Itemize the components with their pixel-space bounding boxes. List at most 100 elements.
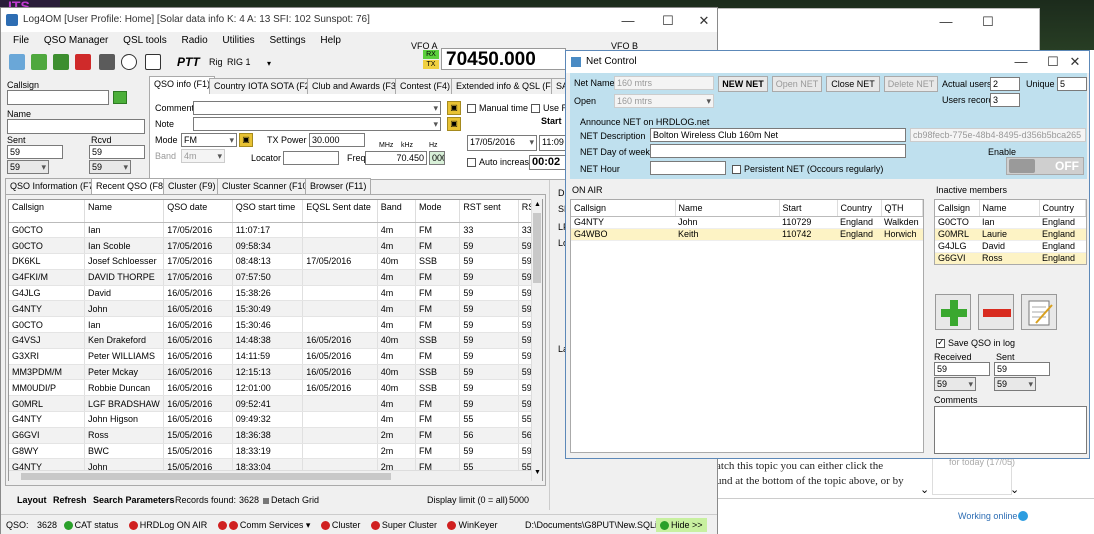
column-header[interactable]: Country: [1039, 200, 1086, 217]
grid-scrollbar[interactable]: ▲ ▼: [531, 199, 542, 481]
received-input[interactable]: 59: [934, 362, 990, 376]
table-row[interactable]: MM3PDM/M Peter Mckay 16/05/2016 12:15:13 16/…: [9, 364, 542, 381]
enable-toggle[interactable]: OFF: [1006, 157, 1084, 175]
rcvd-select[interactable]: 59: [89, 160, 131, 174]
table-row[interactable]: G4WBO Keith 110742 England Horwich: [571, 228, 923, 241]
globe-icon[interactable]: [9, 54, 25, 70]
table-row[interactable]: G0CTO Ian 16/05/2016 15:30:46 4m FM 59 59: [9, 316, 542, 334]
search-parameters-button[interactable]: Search Parameters: [93, 495, 175, 505]
date-picker[interactable]: 17/05/2016: [467, 135, 537, 151]
lock-icon[interactable]: ▣: [239, 133, 253, 147]
persistent-net-checkbox[interactable]: Persistent NET (Occours regularly): [732, 164, 883, 175]
headset-icon[interactable]: [121, 54, 137, 70]
save-qso-checkbox[interactable]: Save QSO in log: [936, 337, 1015, 349]
antenna-icon[interactable]: [145, 54, 161, 70]
menu-file[interactable]: File: [13, 35, 29, 46]
table-row[interactable]: G4NTY John Higson 16/05/2016 09:49:32 4m FM 55…: [9, 411, 542, 428]
maximize-icon[interactable]: ☐: [653, 8, 683, 34]
tab-country-iota-sota[interactable]: Country IOTA SOTA (F2): [209, 78, 318, 94]
table-row[interactable]: G6GVI Ross 15/05/2016 18:36:38 2m FM 56 56: [9, 427, 542, 444]
sent-input[interactable]: 59: [7, 145, 63, 159]
table-row[interactable]: G0CTO Ian England: [935, 216, 1086, 229]
name-input[interactable]: [7, 119, 145, 134]
freq-input[interactable]: 70.450: [365, 151, 427, 165]
sent-select[interactable]: 59: [7, 160, 49, 174]
minimize-icon[interactable]: —: [931, 9, 961, 35]
maximize-icon[interactable]: ☐: [973, 9, 1003, 35]
column-header[interactable]: QSO start time: [232, 200, 304, 223]
detach-grid-button[interactable]: Detach Grid: [263, 495, 319, 505]
menu-qso-manager[interactable]: QSO Manager: [44, 35, 108, 46]
scroll-thumb[interactable]: [533, 213, 541, 283]
sent-input[interactable]: 59: [994, 362, 1050, 376]
tab-extended-info-qsl[interactable]: Extended info & QSL (F5): [451, 78, 564, 94]
column-header[interactable]: Callsign: [935, 200, 980, 217]
menu-utilities[interactable]: Utilities: [222, 35, 254, 46]
scroll-up-icon[interactable]: ▲: [534, 201, 541, 208]
tab-qso-info[interactable]: QSO info (F1): [149, 76, 216, 94]
column-header[interactable]: RST sent: [459, 200, 519, 223]
cat-status[interactable]: CAT status: [63, 520, 118, 531]
tab-contest[interactable]: Contest (F4): [395, 78, 456, 94]
table-row[interactable]: G0MRL LGF BRADSHAW 16/05/2016 09:52:41 4m FM 5…: [9, 395, 542, 413]
remove-member-button[interactable]: [978, 294, 1014, 330]
column-header[interactable]: Start: [779, 200, 838, 217]
inactive-members-grid[interactable]: Callsign Name Country G0CTO Ian England G0M…: [934, 199, 1087, 265]
close-icon[interactable]: ✕: [689, 8, 719, 34]
delete-net-button[interactable]: Delete NET: [884, 76, 938, 92]
band-select[interactable]: 4m: [181, 149, 225, 163]
display-limit-value[interactable]: 5000: [509, 495, 529, 505]
tab-cluster-scanner[interactable]: Cluster Scanner (F10): [217, 178, 316, 194]
table-row[interactable]: G0MRL Laurie England: [935, 228, 1086, 241]
comment-input[interactable]: [193, 101, 441, 115]
cluster-status[interactable]: Cluster: [320, 520, 360, 531]
manual-time-checkbox[interactable]: Manual time: [467, 103, 528, 114]
column-header[interactable]: Name: [84, 200, 165, 223]
column-header[interactable]: EQSL Sent date: [302, 200, 378, 223]
column-header[interactable]: Name: [979, 200, 1040, 217]
column-header[interactable]: QSO date: [163, 200, 233, 223]
winkeyer-status[interactable]: WinKeyer: [447, 520, 497, 531]
received-select[interactable]: 59: [934, 377, 976, 391]
close-icon[interactable]: ✕: [1060, 49, 1090, 75]
table-row[interactable]: G0CTO Ian Scoble 17/05/2016 09:58:34 4m FM 59 5…: [9, 237, 542, 255]
column-header[interactable]: QTH: [881, 200, 923, 217]
table-row[interactable]: G4FKI/M DAVID THORPE 17/05/2016 07:57:50 4m F…: [9, 269, 542, 286]
net-day-of-week-input[interactable]: [650, 144, 906, 158]
freq-hz-input[interactable]: 000: [429, 151, 445, 165]
new-net-button[interactable]: NEW NET: [718, 76, 768, 92]
table-row[interactable]: G4NTY John 110729 England Walkden: [571, 216, 923, 229]
comm-services[interactable]: Comm Services ▾: [217, 520, 310, 531]
book-icon[interactable]: [75, 54, 91, 70]
column-header[interactable]: Mode: [415, 200, 461, 223]
menu-settings[interactable]: Settings: [269, 35, 305, 46]
column-header[interactable]: Band: [377, 200, 417, 223]
comments-input[interactable]: [934, 406, 1087, 454]
close-net-button[interactable]: Close NET: [826, 76, 880, 92]
super-cluster-status[interactable]: Super Cluster: [370, 520, 437, 531]
hrdlog-status[interactable]: HRDLog ON AIR: [128, 520, 207, 531]
qso-grid[interactable]: Callsign Name QSO date QSO start time EQ…: [8, 199, 543, 481]
grid-hscrollbar[interactable]: [9, 470, 531, 481]
tab-recent-qso[interactable]: Recent QSO (F8): [91, 178, 172, 194]
table-row[interactable]: G4VSJ Ken Drakeford 16/05/2016 14:48:38 16/0…: [9, 332, 542, 349]
table-row[interactable]: G0CTO Ian 17/05/2016 11:07:17 4m FM 33 33: [9, 222, 542, 239]
ptt-label[interactable]: PTT: [177, 55, 200, 69]
open-net-button[interactable]: Open NET: [772, 76, 822, 92]
table-row[interactable]: G3XRI Peter WILLIAMS 16/05/2016 14:11:59 16/…: [9, 348, 542, 365]
toggle-knob[interactable]: [1009, 159, 1035, 173]
chevron-down-icon[interactable]: ⌄: [920, 483, 929, 496]
add-member-button[interactable]: [935, 294, 971, 330]
vfo-a-frequency[interactable]: 70450.000: [441, 48, 566, 70]
lock-icon[interactable]: ▣: [447, 117, 461, 131]
hide-button[interactable]: Hide >>: [656, 518, 707, 532]
table-row[interactable]: G4NTY John 16/05/2016 15:30:49 4m FM 59 59: [9, 300, 542, 318]
column-header[interactable]: Name: [675, 200, 780, 217]
tab-browser[interactable]: Browser (F11): [305, 178, 372, 194]
minimize-icon[interactable]: —: [1006, 49, 1036, 75]
minimize-icon[interactable]: —: [613, 8, 643, 34]
table-row[interactable]: G6GVI Ross England: [935, 252, 1086, 264]
net-hour-input[interactable]: [650, 161, 726, 175]
qsl-upload-icon[interactable]: [31, 54, 47, 70]
on-air-grid[interactable]: Callsign Name Start Country QTH G4NTY Joh…: [570, 199, 924, 453]
